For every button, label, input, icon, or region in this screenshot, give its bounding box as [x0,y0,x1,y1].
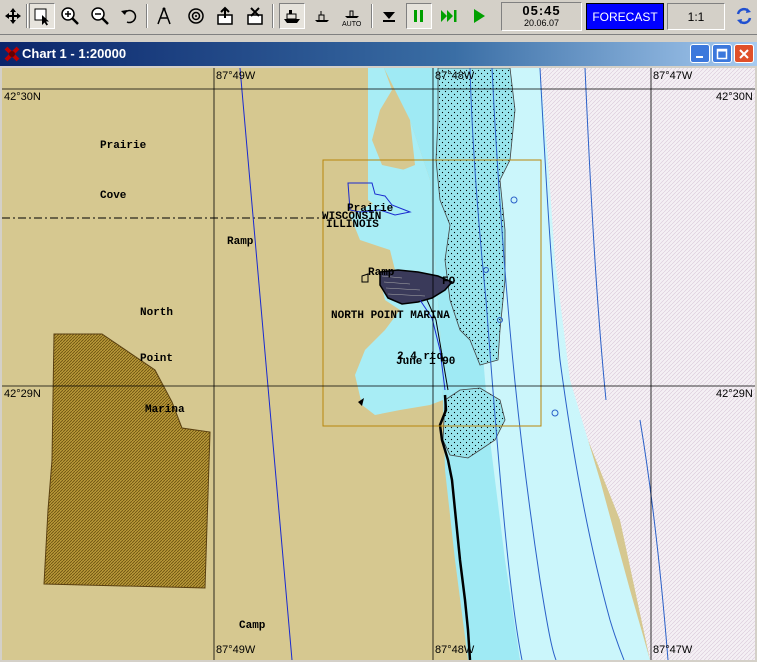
play-button[interactable] [466,3,492,29]
move-arrows-icon [5,8,21,24]
fast-forward-button[interactable] [436,3,462,29]
lon-label-top-87-48: 87°48W [435,70,475,82]
place-label-ramp: Ramp [227,236,254,248]
undo-view-button[interactable] [116,3,142,29]
down-button[interactable] [376,3,402,29]
ship-mode-button[interactable] [279,3,305,29]
measure-button[interactable] [151,3,177,29]
minimize-icon [696,55,703,58]
select-tool-button[interactable] [29,3,55,29]
auto-label: AUTO [342,21,362,28]
toolbar-separator [26,4,28,28]
delete-box-icon [247,7,263,25]
lon-label-bottom-87-48: 87°48W [435,644,475,656]
chart-window-titlebar[interactable]: Chart 1 - 1:20000 [0,42,757,66]
refresh-button[interactable] [731,3,757,29]
place-label-prairie: Prairie [100,140,147,152]
lat-label-left-42-29: 42°29N [4,388,41,400]
close-icon [739,48,749,59]
export-box-icon [217,6,233,25]
clock-time: 05:45 [522,3,561,18]
survey-date-label: June 1 90 [396,356,456,368]
export-button[interactable] [212,3,238,29]
clock-date: 20.06.07 [523,18,560,28]
lat-label-left-42-30: 42°30N [4,91,41,103]
place-label-marina: Marina [145,404,185,416]
ship-course-button[interactable] [309,3,335,29]
auto-mode-button[interactable]: AUTO [339,3,365,29]
toolbar-separator [146,4,148,28]
maximize-button[interactable] [712,44,732,63]
ship-icon [284,10,300,23]
lat-label-right-42-30: 42°30N [716,91,753,103]
maximize-icon [716,48,728,59]
chart-window-icon [4,46,20,62]
place-label-camp: Camp [239,620,266,632]
state-label-illinois: ILLINOIS [326,219,379,231]
chart-drawing [2,68,755,660]
undo-arrow-icon [121,9,137,24]
pause-button[interactable] [406,3,432,29]
minimize-button[interactable] [690,44,710,63]
place-label-north-point-marina: NORTH POINT MARINA [331,310,450,322]
place-label-point: Point [140,353,174,365]
chart-window-title: Chart 1 - 1:20000 [22,46,127,61]
clock-display: 05:45 20.06.07 [501,2,582,31]
marina-label-fo: FO [442,276,456,288]
toolbar-separator [371,4,373,28]
zoom-in-button[interactable] [57,3,83,29]
fast-forward-icon [441,10,457,22]
lon-label-bottom-87-47: 87°47W [653,644,693,656]
place-label-north: North [140,307,174,319]
fullscreen-button[interactable] [0,3,26,29]
delete-button[interactable] [242,3,268,29]
toolbar-separator [272,4,274,28]
compass-divider-icon [157,7,171,25]
pause-icon [414,10,423,22]
lon-label-top-87-47: 87°47W [653,70,693,82]
zoom-out-button[interactable] [87,3,113,29]
place-label-cove: Cove [100,190,127,202]
center-button[interactable] [183,3,209,29]
target-icon [188,8,204,24]
play-icon [474,9,485,23]
lon-label-bottom-87-49: 87°49W [216,644,256,656]
refresh-arrows-icon [736,7,752,25]
place-label-ramp-small: Ramp [368,267,395,279]
forecast-button[interactable]: FORECAST [586,3,664,30]
select-pointer-icon [34,8,49,26]
close-button[interactable] [734,44,754,63]
zoom-out-icon [91,7,109,25]
main-toolbar: AUTO 05:45 20.06.07 FORECAST 1:1 [0,0,757,35]
triangle-down-icon [383,12,395,22]
lat-label-right-42-29: 42°29N [716,388,753,400]
lon-label-top-87-49: 87°49W [216,70,256,82]
nautical-chart-canvas[interactable]: 87°49W 87°48W 87°47W 87°49W 87°48W 87°47… [2,68,755,660]
scale-button[interactable]: 1:1 [667,3,725,30]
ship-small-icon [315,11,329,22]
zoom-in-icon [61,7,79,25]
